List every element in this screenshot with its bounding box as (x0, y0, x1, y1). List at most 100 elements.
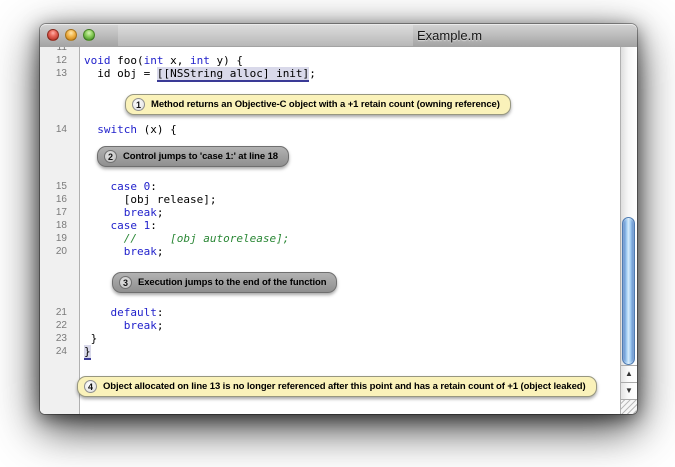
code-segment: case (111, 180, 138, 193)
code-editor: 1112void foo(int x, int y) {13 id obj = … (40, 47, 620, 414)
bubble-text: Execution jumps to the end of the functi… (138, 277, 326, 288)
title-bar[interactable]: Example.m (40, 24, 637, 48)
code-line-13[interactable]: 13 id obj = [[NSString alloc] init]; (40, 67, 620, 80)
row-gap (40, 136, 620, 146)
code-line-partial-11: 11 (40, 47, 620, 54)
row-gap (40, 258, 620, 272)
row-gap (40, 167, 620, 180)
code-segment (84, 219, 111, 232)
code-segment (84, 306, 111, 319)
line-number: 24 (40, 345, 67, 358)
window-title: Example.m (417, 24, 482, 47)
desktop-background: Example.m 1112void foo(int x, int y) {13… (0, 0, 675, 467)
bubble-badge: 4 (84, 380, 97, 393)
row-gap (40, 115, 620, 123)
line-number: 21 (40, 306, 67, 319)
code-segment: break (124, 245, 157, 258)
code-text: case 1: (67, 219, 157, 232)
code-segment: foo( (111, 54, 144, 67)
line-number: 16 (40, 193, 67, 206)
line-number: 14 (40, 123, 67, 136)
code-segment: } (84, 332, 97, 345)
code-segment: y) { (210, 54, 243, 67)
line-number: 13 (40, 67, 67, 80)
code-text: break; (67, 206, 164, 219)
bubble-row: 3Execution jumps to the end of the funct… (40, 272, 620, 293)
scroll-up-button[interactable]: ▲ (621, 365, 637, 382)
code-line-19[interactable]: 19 // [obj autorelease]; (40, 232, 620, 245)
code-text: id obj = [[NSString alloc] init]; (67, 67, 316, 80)
line-number: 19 (40, 232, 67, 245)
code-line-21[interactable]: 21 default: (40, 306, 620, 319)
line-number: 20 (40, 245, 67, 258)
code-segment: break (124, 319, 157, 332)
bubble-text: Control jumps to 'case 1:' at line 18 (123, 151, 278, 162)
line-number: 23 (40, 332, 67, 345)
code-line-16[interactable]: 16 [obj release]; (40, 193, 620, 206)
code-segment: void (84, 54, 111, 67)
code-segment: id obj = (84, 67, 157, 80)
code-segment: break (124, 206, 157, 219)
code-segment: // [obj autorelease]; (124, 232, 290, 245)
code-segment: (x) { (137, 123, 177, 136)
code-line-15[interactable]: 15 case 0: (40, 180, 620, 193)
code-text: break; (67, 245, 164, 258)
code-segment (137, 219, 144, 232)
line-number: 18 (40, 219, 67, 232)
code-text: switch (x) { (67, 123, 177, 136)
code-segment: [[NSString alloc] init] (157, 67, 309, 80)
scrollbar-thumb[interactable] (622, 217, 635, 365)
code-text: } (67, 345, 91, 358)
code-text: case 0: (67, 180, 157, 193)
code-segment (84, 123, 97, 136)
analyzer-bubble-4: 4Object allocated on line 13 is no longe… (77, 376, 597, 397)
bubble-row: 2 Control jumps to 'case 1:' at line 18 (40, 146, 620, 167)
code-text: // [obj autorelease]; (67, 232, 289, 245)
resize-grip[interactable] (621, 399, 637, 414)
code-segment: ; (157, 245, 164, 258)
zoom-button[interactable] (83, 29, 95, 41)
code-segment: : (150, 180, 157, 193)
code-segment: case (111, 219, 138, 232)
up-arrow-icon: ▲ (625, 370, 633, 378)
code-line-22[interactable]: 22 break; (40, 319, 620, 332)
code-segment (84, 180, 111, 193)
code-text: void foo(int x, int y) { (67, 54, 243, 67)
analyzer-bubble-3: 3Execution jumps to the end of the funct… (112, 272, 337, 293)
code-segment: switch (97, 123, 137, 136)
row-gap (40, 358, 620, 376)
line-number: 17 (40, 206, 67, 219)
line-number: 11 (40, 47, 67, 54)
code-text: [obj release]; (67, 193, 216, 206)
line-number: 12 (40, 54, 67, 67)
code-line-23[interactable]: 23 } (40, 332, 620, 345)
bubble-row: 1 Method returns an Objective-C object wi… (40, 94, 620, 115)
code-segment (84, 206, 124, 219)
code-text: break; (67, 319, 164, 332)
scrollbar-vertical[interactable]: ▲ ▼ (620, 47, 637, 414)
code-text: } (67, 332, 97, 345)
code-line-18[interactable]: 18 case 1: (40, 219, 620, 232)
code-line-20[interactable]: 20 break; (40, 245, 620, 258)
minimize-button[interactable] (65, 29, 77, 41)
code-segment: int (190, 54, 210, 67)
code-segment: ; (157, 319, 164, 332)
bubble-badge: 2 (104, 150, 117, 163)
code-line-12[interactable]: 12void foo(int x, int y) { (40, 54, 620, 67)
bubble-badge: 1 (132, 98, 145, 111)
code-segment: default (111, 306, 157, 319)
code-line-17[interactable]: 17 break; (40, 206, 620, 219)
bubble-row: 4Object allocated on line 13 is no longe… (40, 376, 620, 397)
code-line-14[interactable]: 14 switch (x) { (40, 123, 620, 136)
code-line-24[interactable]: 24} (40, 345, 620, 358)
bubble-text: Method returns an Objective-C object wit… (151, 99, 500, 110)
titlebar-band (118, 25, 413, 46)
close-button[interactable] (47, 29, 59, 41)
analyzer-bubble-1: 1 Method returns an Objective-C object wi… (125, 94, 511, 115)
scrollbar-track[interactable] (621, 47, 637, 365)
code-segment: : (150, 219, 157, 232)
code-segment: int (144, 54, 164, 67)
code-rows: 1112void foo(int x, int y) {13 id obj = … (40, 47, 620, 397)
scroll-down-button[interactable]: ▼ (621, 382, 637, 399)
code-segment: ; (157, 206, 164, 219)
